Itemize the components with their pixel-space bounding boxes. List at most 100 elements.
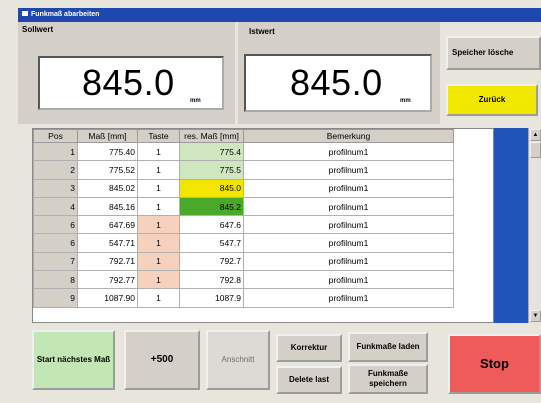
cell-res-mass: 547.7 xyxy=(179,233,244,253)
cell-note: profilnum1 xyxy=(243,233,454,253)
cell-res-mass: 845.0 xyxy=(179,178,244,198)
cell-mass: 647.69 xyxy=(77,215,138,235)
funkmasse-load-label: Funkmaße laden xyxy=(356,342,420,351)
cell-taste: 1 xyxy=(137,233,180,253)
setpoint-label: Sollwert xyxy=(22,25,54,34)
cell-taste: 1 xyxy=(137,160,180,180)
table-row[interactable]: 7 792.71 1 792.7 profilnum1 xyxy=(33,251,454,272)
cell-mass: 547.71 xyxy=(77,233,138,253)
scroll-up-arrow-icon[interactable]: ▲ xyxy=(530,129,541,141)
stop-button[interactable]: Stop xyxy=(448,334,541,394)
table-row[interactable]: 3 845.02 1 845.0 profilnum1 xyxy=(33,178,454,198)
cell-note: profilnum1 xyxy=(243,160,454,180)
cell-pos: 6 xyxy=(33,215,78,235)
cell-mass: 775.40 xyxy=(77,141,138,162)
column-header-pos[interactable]: Pos xyxy=(33,129,78,143)
cell-res-mass: 845.2 xyxy=(179,196,244,217)
plus500-button[interactable]: +500 xyxy=(124,330,200,390)
back-button[interactable]: Zurück xyxy=(446,84,538,116)
actual-group: Istwert 845.0 mm xyxy=(238,22,440,124)
table-header-row: Pos Maß [mm] Taste res. Maß [mm] Bemerku… xyxy=(33,129,454,143)
table-row[interactable]: 4 845.16 1 845.2 profilnum1 xyxy=(33,196,454,217)
window-title: Funkmaß abarbeiten xyxy=(31,11,100,18)
cell-mass: 775.52 xyxy=(77,160,138,180)
delete-last-button[interactable]: Delete last xyxy=(276,366,342,394)
scroll-down-arrow-icon[interactable]: ▼ xyxy=(530,310,541,322)
title-bar: Funkmaß abarbeiten xyxy=(18,8,541,22)
delete-last-label: Delete last xyxy=(288,375,330,384)
cell-taste: 1 xyxy=(137,141,180,162)
cell-pos: 2 xyxy=(33,160,78,180)
cell-res-mass: 775.5 xyxy=(179,160,244,180)
column-header-res-mass[interactable]: res. Maß [mm] xyxy=(179,129,244,143)
column-header-mass[interactable]: Maß [mm] xyxy=(77,129,138,143)
table-row[interactable]: 9 1087.90 1 1087.9 profilnum1 xyxy=(33,288,454,308)
cell-taste: 1 xyxy=(137,251,180,272)
setpoint-value: 845.0 xyxy=(82,62,175,103)
column-header-note[interactable]: Bemerkung xyxy=(243,129,454,143)
cell-note: profilnum1 xyxy=(243,141,454,162)
cell-taste: 1 xyxy=(137,178,180,198)
setpoint-display: 845.0 mm xyxy=(38,56,224,110)
actual-unit: mm xyxy=(400,98,411,104)
cell-mass: 792.71 xyxy=(77,251,138,272)
start-next-button[interactable]: Start nächstes Maß xyxy=(32,330,115,390)
cell-pos: 4 xyxy=(33,196,78,217)
clear-memory-label: Speicher lösche xyxy=(452,48,514,57)
cell-taste: 1 xyxy=(137,196,180,217)
cell-taste: 1 xyxy=(137,270,180,290)
scroll-thumb[interactable] xyxy=(530,142,541,158)
table-row[interactable]: 8 792.77 1 792.8 profilnum1 xyxy=(33,270,454,290)
cell-note: profilnum1 xyxy=(243,270,454,290)
cell-pos: 3 xyxy=(33,178,78,198)
cell-mass: 845.02 xyxy=(77,178,138,198)
table-row[interactable]: 2 775.52 1 775.5 profilnum1 xyxy=(33,160,454,180)
cell-pos: 7 xyxy=(33,251,78,272)
cell-note: profilnum1 xyxy=(243,251,454,272)
plus500-label: +500 xyxy=(150,354,174,365)
bottom-toolbar: Start nächstes Maß +500 Anschnitt Korrek… xyxy=(18,324,541,403)
cell-res-mass: 792.7 xyxy=(179,251,244,272)
cell-pos: 6 xyxy=(33,233,78,253)
korrektur-button[interactable]: Korrektur xyxy=(276,334,342,362)
cell-res-mass: 1087.9 xyxy=(179,288,244,308)
funkmass-window: Funkmaß abarbeiten Sollwert 845.0 mm Ist… xyxy=(0,0,541,403)
korrektur-label: Korrektur xyxy=(290,343,328,352)
back-label: Zurück xyxy=(478,95,506,104)
setpoint-unit: mm xyxy=(190,98,201,104)
funkmasse-save-label: Funkmaße speichern xyxy=(367,369,408,388)
cell-note: profilnum1 xyxy=(243,178,454,198)
cell-res-mass: 792.8 xyxy=(179,270,244,290)
cell-mass: 845.16 xyxy=(77,196,138,217)
anschnitt-button[interactable]: Anschnitt xyxy=(206,330,270,390)
measurement-grid: Pos Maß [mm] Taste res. Maß [mm] Bemerku… xyxy=(33,129,454,308)
funkmasse-load-button[interactable]: Funkmaße laden xyxy=(348,332,428,362)
anschnitt-label: Anschnitt xyxy=(221,355,255,364)
table-row[interactable]: 6 547.71 1 547.7 profilnum1 xyxy=(33,233,454,253)
table-row[interactable]: 1 775.40 1 775.4 profilnum1 xyxy=(33,141,454,162)
measurement-table[interactable]: Pos Maß [mm] Taste res. Maß [mm] Bemerku… xyxy=(32,128,494,323)
cell-res-mass: 775.4 xyxy=(179,141,244,162)
clear-memory-button[interactable]: Speicher lösche xyxy=(446,36,541,70)
table-scrollbar[interactable]: ▲ ▼ xyxy=(528,128,541,323)
cell-note: profilnum1 xyxy=(243,196,454,217)
start-next-label: Start nächstes Maß xyxy=(36,355,111,364)
setpoint-group: Sollwert 845.0 mm xyxy=(18,22,235,124)
cell-pos: 8 xyxy=(33,270,78,290)
actual-value: 845.0 xyxy=(290,62,383,103)
window-icon xyxy=(22,11,28,16)
cell-mass: 792.77 xyxy=(77,270,138,290)
cell-taste: 1 xyxy=(137,288,180,308)
cell-note: profilnum1 xyxy=(243,288,454,308)
table-row[interactable]: 6 647.69 1 647.6 profilnum1 xyxy=(33,215,454,235)
blue-side-panel xyxy=(494,128,528,323)
cell-note: profilnum1 xyxy=(243,215,454,235)
cell-res-mass: 647.6 xyxy=(179,215,244,235)
cell-taste: 1 xyxy=(137,215,180,235)
cell-pos: 1 xyxy=(33,141,78,162)
funkmasse-save-button[interactable]: Funkmaße speichern xyxy=(348,364,428,394)
actual-display: 845.0 mm xyxy=(244,54,432,112)
stop-label: Stop xyxy=(480,356,509,371)
column-header-taste[interactable]: Taste xyxy=(137,129,180,143)
actual-label: Istwert xyxy=(249,27,275,36)
